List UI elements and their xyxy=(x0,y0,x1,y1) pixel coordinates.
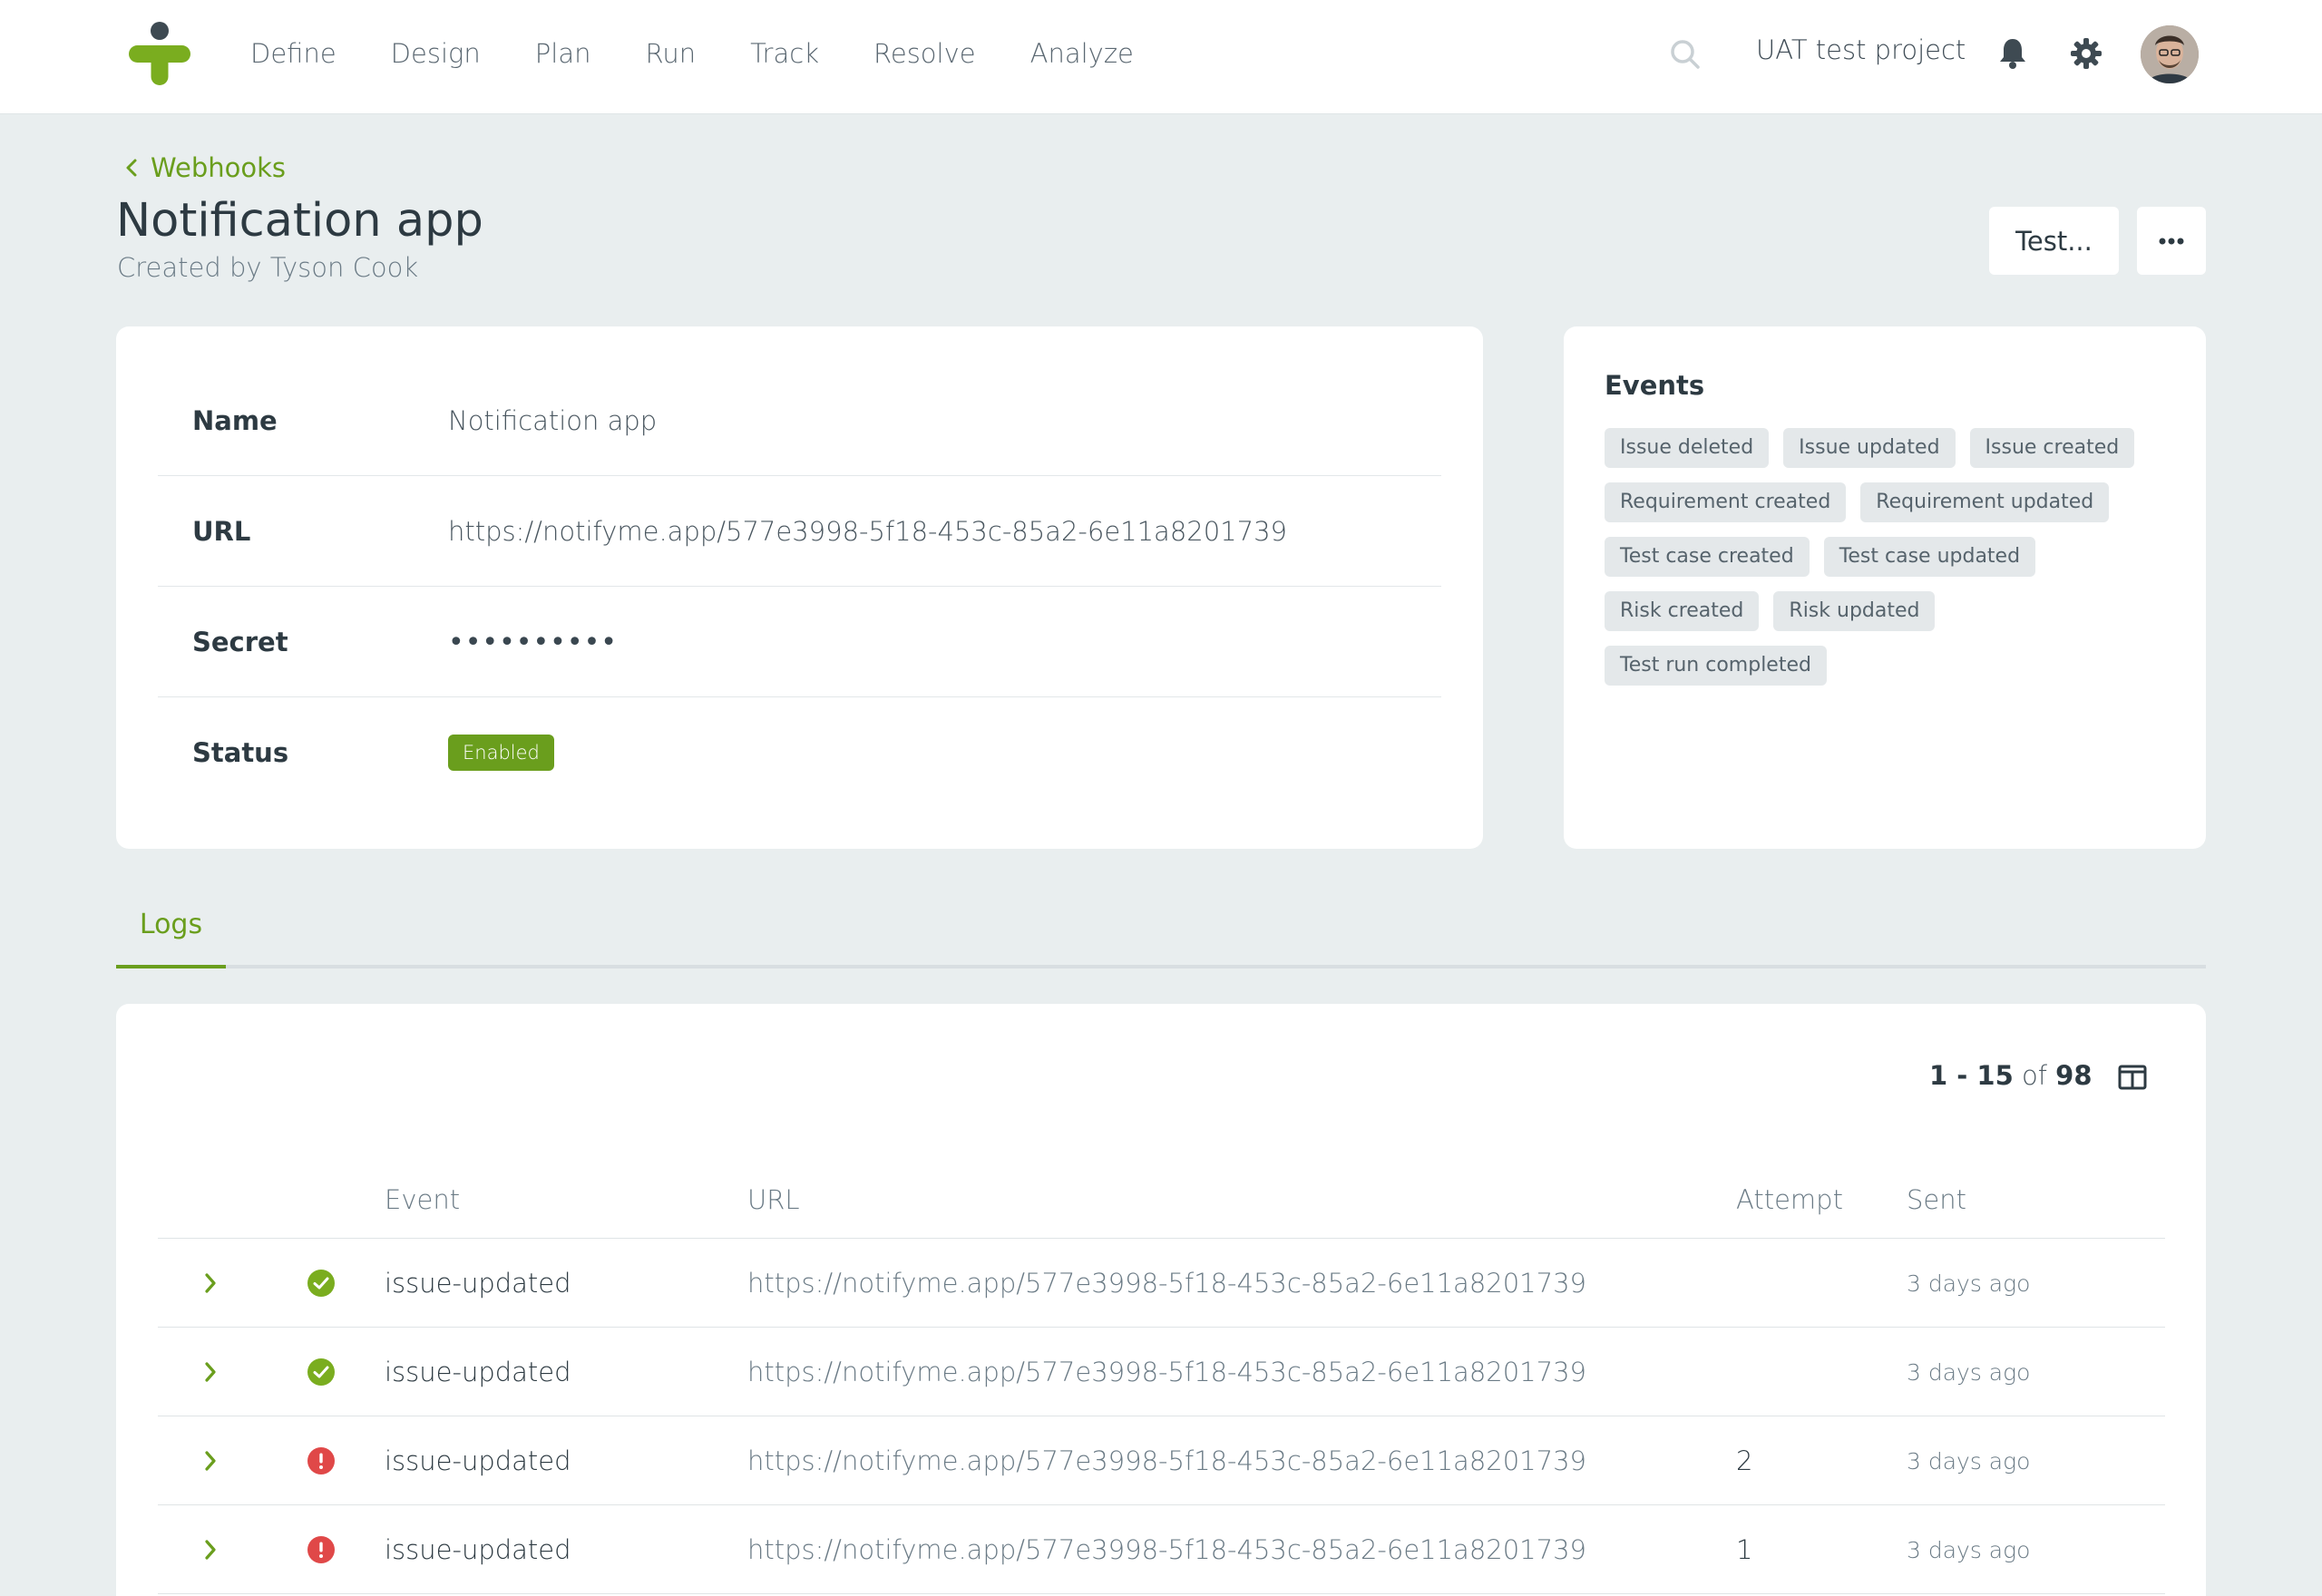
event-cell: issue-updated xyxy=(385,1534,571,1565)
sent-cell: 3 days ago xyxy=(1907,1447,2031,1474)
url-cell: https://notifyme.app/577e3998-5f18-453c-… xyxy=(747,1534,1586,1565)
status-cell xyxy=(307,1505,335,1594)
detail-row-status: Status Enabled xyxy=(158,697,1441,808)
secret-value: •••••••••• xyxy=(448,626,618,658)
events-card: Events Issue deleted Issue updated Issue… xyxy=(1564,326,2206,849)
gear-icon[interactable] xyxy=(2070,37,2102,70)
status-label: Status xyxy=(192,737,289,768)
sent-cell: 3 days ago xyxy=(1907,1358,2031,1386)
main-nav: Define Design Plan Run Track Resolve Ana… xyxy=(234,0,1188,107)
status-cell xyxy=(307,1416,335,1505)
error-exclamation-icon xyxy=(307,1536,335,1563)
ellipsis-icon xyxy=(2159,238,2184,244)
back-to-webhooks-link[interactable]: Webhooks xyxy=(125,152,286,183)
event-chips: Issue deleted Issue updated Issue create… xyxy=(1605,428,2167,700)
event-chip: Issue updated xyxy=(1783,428,1956,468)
chevron-right-icon xyxy=(205,1540,216,1560)
expand-row-button[interactable] xyxy=(203,1239,218,1328)
detail-row-secret: Secret •••••••••• xyxy=(158,587,1441,697)
webhook-details-card: Name Notification app URL https://notify… xyxy=(116,326,1483,849)
expand-row-button[interactable] xyxy=(203,1328,218,1416)
events-title: Events xyxy=(1605,370,1705,401)
event-chip: Issue deleted xyxy=(1605,428,1770,468)
logs-table: Event URL Attempt Sent issue-updated htt… xyxy=(158,1167,2165,1594)
search-icon[interactable] xyxy=(1667,36,1703,73)
table-row[interactable]: issue-updated https://notifyme.app/577e3… xyxy=(158,1416,2165,1505)
chevron-left-icon xyxy=(126,159,137,177)
back-link-label: Webhooks xyxy=(151,152,286,183)
column-header-url[interactable]: URL xyxy=(747,1167,800,1239)
event-cell: issue-updated xyxy=(385,1445,571,1476)
page-title: Notification app xyxy=(116,194,483,248)
app-logo[interactable] xyxy=(125,20,194,89)
status-value-cell: Enabled xyxy=(448,697,554,808)
expand-row-button[interactable] xyxy=(203,1416,218,1505)
event-cell: issue-updated xyxy=(385,1268,571,1299)
nav-resolve[interactable]: Resolve xyxy=(873,38,976,69)
url-cell: https://notifyme.app/577e3998-5f18-453c-… xyxy=(747,1268,1586,1299)
top-navigation-bar: Define Design Plan Run Track Resolve Ana… xyxy=(0,0,2322,114)
pagination-total: 98 xyxy=(2055,1060,2093,1091)
attempt-cell: 2 xyxy=(1736,1445,1753,1476)
pagination-info: 1 - 15 of 98 xyxy=(1929,1060,2093,1091)
url-label: URL xyxy=(192,516,251,547)
column-header-attempt[interactable]: Attempt xyxy=(1736,1167,1843,1239)
expand-row-button[interactable] xyxy=(203,1505,218,1594)
status-cell xyxy=(307,1239,335,1328)
event-chip: Test run completed xyxy=(1605,646,1827,686)
tab-bar: Logs xyxy=(116,898,2206,968)
status-cell xyxy=(307,1328,335,1416)
success-check-icon xyxy=(307,1270,335,1297)
page-subtitle: Created by Tyson Cook xyxy=(117,252,419,283)
table-header: Event URL Attempt Sent xyxy=(158,1167,2165,1239)
user-avatar[interactable] xyxy=(2141,25,2199,83)
column-header-sent[interactable]: Sent xyxy=(1907,1167,1966,1239)
nav-define[interactable]: Define xyxy=(250,38,337,69)
detail-row-url: URL https://notifyme.app/577e3998-5f18-4… xyxy=(158,476,1441,587)
event-chip: Test case created xyxy=(1605,537,1810,577)
secret-label: Secret xyxy=(192,627,288,657)
sent-cell: 3 days ago xyxy=(1907,1536,2031,1563)
columns-toggle-icon[interactable] xyxy=(2117,1062,2148,1093)
test-button[interactable]: Test... xyxy=(1989,207,2119,275)
nav-track[interactable]: Track xyxy=(750,38,819,69)
table-row[interactable]: issue-updated https://notifyme.app/577e3… xyxy=(158,1505,2165,1594)
success-check-icon xyxy=(307,1358,335,1386)
nav-design[interactable]: Design xyxy=(391,38,481,69)
pagination-of: of xyxy=(2021,1060,2047,1091)
status-badge: Enabled xyxy=(448,735,554,771)
table-row[interactable]: issue-updated https://notifyme.app/577e3… xyxy=(158,1239,2165,1328)
name-label: Name xyxy=(192,405,278,436)
event-cell: issue-updated xyxy=(385,1357,571,1387)
event-chip: Risk updated xyxy=(1773,591,1936,631)
more-actions-button[interactable] xyxy=(2137,207,2206,275)
chevron-right-icon xyxy=(205,1273,216,1293)
bell-icon[interactable] xyxy=(1997,36,2028,71)
url-cell: https://notifyme.app/577e3998-5f18-453c-… xyxy=(747,1445,1586,1476)
error-exclamation-icon xyxy=(307,1447,335,1474)
table-row[interactable]: issue-updated https://notifyme.app/577e3… xyxy=(158,1328,2165,1416)
nav-analyze[interactable]: Analyze xyxy=(1030,38,1134,69)
chevron-right-icon xyxy=(205,1451,216,1471)
url-value: https://notifyme.app/577e3998-5f18-453c-… xyxy=(448,516,1287,547)
event-chip: Risk created xyxy=(1605,591,1760,631)
chevron-right-icon xyxy=(205,1362,216,1382)
attempt-cell: 1 xyxy=(1736,1534,1753,1565)
name-value: Notification app xyxy=(448,405,658,436)
logs-card: 1 - 15 of 98 Event URL Attempt Sent issu… xyxy=(116,1004,2206,1596)
pagination-range: 1 - 15 xyxy=(1929,1060,2014,1091)
tab-logs[interactable]: Logs xyxy=(116,898,226,968)
url-cell: https://notifyme.app/577e3998-5f18-453c-… xyxy=(747,1357,1586,1387)
sent-cell: 3 days ago xyxy=(1907,1270,2031,1297)
event-chip: Requirement created xyxy=(1605,482,1847,522)
nav-run[interactable]: Run xyxy=(646,38,697,69)
detail-row-name: Name Notification app xyxy=(158,365,1441,476)
event-chip: Test case updated xyxy=(1823,537,2036,577)
column-header-event[interactable]: Event xyxy=(385,1167,460,1239)
project-selector[interactable]: UAT test project xyxy=(1756,34,1966,65)
event-chip: Requirement updated xyxy=(1860,482,2110,522)
event-chip: Issue created xyxy=(1969,428,2135,468)
nav-plan[interactable]: Plan xyxy=(535,38,591,69)
